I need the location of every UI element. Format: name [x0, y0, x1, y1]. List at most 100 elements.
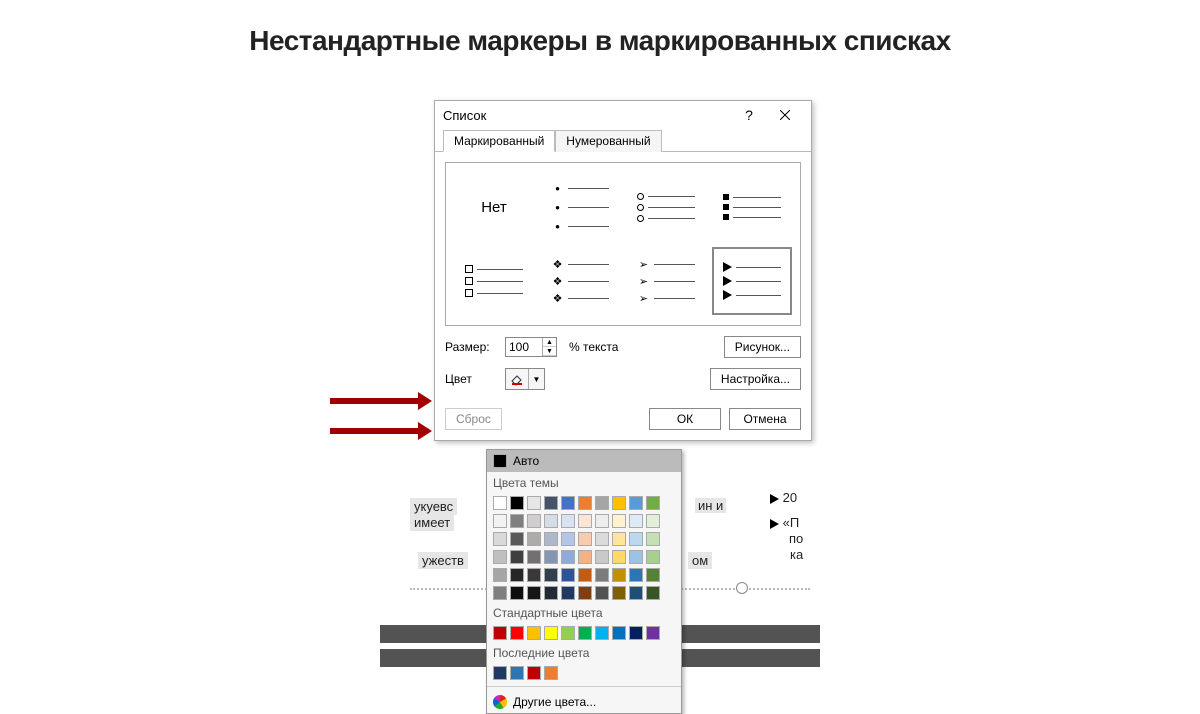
more-colors[interactable]: Другие цвета... — [487, 691, 681, 713]
bullet-triangle-filled[interactable] — [712, 247, 792, 315]
bullet-arrow-outline[interactable] — [626, 247, 706, 315]
color-swatch[interactable] — [527, 586, 541, 600]
color-swatch[interactable] — [510, 550, 524, 564]
color-swatch[interactable] — [578, 532, 592, 546]
slide-fragment: имеет — [410, 514, 454, 531]
color-swatch[interactable] — [612, 514, 626, 528]
color-swatch[interactable] — [527, 550, 541, 564]
color-swatch[interactable] — [510, 496, 524, 510]
color-swatch[interactable] — [493, 666, 507, 680]
color-swatch[interactable] — [612, 496, 626, 510]
color-swatch[interactable] — [527, 626, 541, 640]
tab-numbered[interactable]: Нумерованный — [555, 130, 661, 152]
color-swatch[interactable] — [544, 496, 558, 510]
picture-button[interactable]: Рисунок... — [724, 336, 801, 358]
color-swatch[interactable] — [561, 626, 575, 640]
bullet-square-filled[interactable] — [712, 173, 792, 241]
color-swatch[interactable] — [578, 550, 592, 564]
color-swatch[interactable] — [527, 496, 541, 510]
bullet-circle[interactable] — [626, 173, 706, 241]
spin-down-icon[interactable]: ▼ — [543, 347, 556, 356]
ok-button[interactable]: ОК — [649, 408, 721, 430]
color-swatch[interactable] — [510, 626, 524, 640]
color-swatch[interactable] — [561, 496, 575, 510]
color-swatch[interactable] — [544, 626, 558, 640]
color-swatch[interactable] — [578, 626, 592, 640]
size-spinner[interactable]: ▲ ▼ — [505, 337, 557, 357]
color-swatch[interactable] — [578, 496, 592, 510]
color-swatch[interactable] — [493, 514, 507, 528]
color-swatch[interactable] — [629, 532, 643, 546]
color-swatch[interactable] — [493, 532, 507, 546]
color-swatch[interactable] — [595, 568, 609, 582]
color-swatch[interactable] — [646, 532, 660, 546]
bullet-disc[interactable] — [540, 173, 620, 241]
tab-bulleted[interactable]: Маркированный — [443, 130, 555, 152]
color-swatch[interactable] — [595, 550, 609, 564]
color-swatch[interactable] — [561, 586, 575, 600]
color-swatch[interactable] — [527, 666, 541, 680]
size-input[interactable] — [506, 339, 542, 355]
color-swatch[interactable] — [578, 568, 592, 582]
close-button[interactable] — [767, 101, 803, 129]
color-swatch[interactable] — [578, 514, 592, 528]
color-swatch[interactable] — [510, 586, 524, 600]
spin-up-icon[interactable]: ▲ — [543, 338, 556, 347]
color-swatch[interactable] — [646, 496, 660, 510]
color-swatch[interactable] — [595, 496, 609, 510]
color-swatch[interactable] — [493, 626, 507, 640]
color-swatch[interactable] — [629, 496, 643, 510]
color-swatch[interactable] — [595, 586, 609, 600]
color-swatch[interactable] — [646, 626, 660, 640]
customize-button[interactable]: Настройка... — [710, 368, 801, 390]
color-swatch[interactable] — [527, 568, 541, 582]
color-swatch[interactable] — [493, 496, 507, 510]
bullet-square-empty[interactable] — [454, 247, 534, 315]
color-swatch[interactable] — [510, 568, 524, 582]
cancel-button[interactable]: Отмена — [729, 408, 801, 430]
color-swatch[interactable] — [595, 626, 609, 640]
color-swatch[interactable] — [629, 514, 643, 528]
color-swatch[interactable] — [510, 532, 524, 546]
color-swatch[interactable] — [493, 568, 507, 582]
color-swatch[interactable] — [493, 550, 507, 564]
color-swatch[interactable] — [544, 586, 558, 600]
color-swatch[interactable] — [578, 586, 592, 600]
color-swatch[interactable] — [646, 586, 660, 600]
color-swatch[interactable] — [612, 586, 626, 600]
seek-handle[interactable] — [736, 582, 748, 594]
color-swatch[interactable] — [561, 568, 575, 582]
color-swatch[interactable] — [629, 626, 643, 640]
color-swatch[interactable] — [510, 514, 524, 528]
color-swatch[interactable] — [544, 666, 558, 680]
color-dropdown-button[interactable]: ▼ — [505, 368, 545, 390]
color-swatch[interactable] — [646, 568, 660, 582]
color-swatch[interactable] — [646, 550, 660, 564]
color-swatch[interactable] — [612, 568, 626, 582]
help-button[interactable]: ? — [731, 101, 767, 129]
color-swatch[interactable] — [527, 514, 541, 528]
color-swatch[interactable] — [493, 586, 507, 600]
color-swatch[interactable] — [595, 532, 609, 546]
color-swatch[interactable] — [544, 532, 558, 546]
color-swatch[interactable] — [561, 532, 575, 546]
color-swatch[interactable] — [595, 514, 609, 528]
color-swatch[interactable] — [646, 514, 660, 528]
color-swatch[interactable] — [629, 586, 643, 600]
color-swatch[interactable] — [561, 514, 575, 528]
color-swatch[interactable] — [544, 568, 558, 582]
color-swatch[interactable] — [544, 514, 558, 528]
color-swatch[interactable] — [544, 550, 558, 564]
color-swatch[interactable] — [527, 532, 541, 546]
color-swatch[interactable] — [612, 532, 626, 546]
color-swatch[interactable] — [629, 568, 643, 582]
color-swatch[interactable] — [629, 550, 643, 564]
bullet-diamond[interactable] — [540, 247, 620, 315]
color-auto[interactable]: Авто — [487, 450, 681, 472]
color-swatch[interactable] — [561, 550, 575, 564]
bullet-none[interactable]: Нет — [454, 173, 534, 241]
reset-button[interactable]: Сброс — [445, 408, 502, 430]
color-swatch[interactable] — [612, 626, 626, 640]
color-swatch[interactable] — [510, 666, 524, 680]
color-swatch[interactable] — [612, 550, 626, 564]
